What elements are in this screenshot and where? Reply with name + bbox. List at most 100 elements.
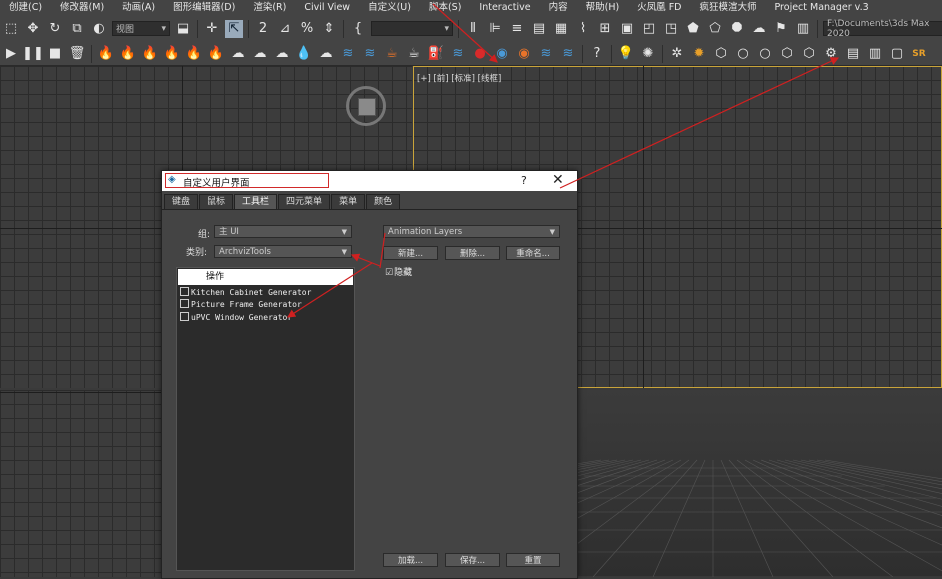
fire-icon[interactable]: 🔥 [141, 45, 159, 63]
tab-1[interactable]: 鼠标 [199, 194, 234, 209]
menu-item-6[interactable]: 自定义(U) [359, 0, 420, 15]
list-item[interactable]: uPVC Window Generator [180, 312, 292, 324]
help-icon[interactable]: ? [588, 45, 606, 63]
render-cloud-icon[interactable]: ☁ [750, 20, 768, 38]
align-icon[interactable]: ⊫ [486, 20, 504, 38]
render-in-cloud-icon[interactable]: ⚑ [772, 20, 790, 38]
keyboard-shortcut-override-icon[interactable]: ⇱ [225, 19, 243, 38]
rename-toolbar-button[interactable]: 重命名... [506, 246, 560, 260]
curve-editor-icon[interactable]: ⌇ [574, 20, 592, 38]
cabinet-icon[interactable]: ▤ [844, 45, 862, 63]
sphere-red-icon[interactable]: ● [471, 45, 489, 63]
fire-icon[interactable]: 🔥 [97, 45, 115, 63]
gear-icon[interactable]: ⚙ [822, 45, 840, 63]
menu-item-8[interactable]: Interactive [470, 0, 539, 15]
schematic-view-icon[interactable]: ⊞ [596, 20, 614, 38]
water-icon[interactable]: ≋ [361, 45, 379, 63]
smoke-icon[interactable]: ☁ [251, 45, 269, 63]
scale-icon[interactable]: ⧉ [68, 20, 86, 38]
angle-snap-icon[interactable]: ⊿ [276, 20, 294, 38]
fire-icon[interactable]: 🔥 [163, 45, 181, 63]
save-button[interactable]: 保存... [445, 553, 500, 567]
menu-item-13[interactable]: Project Manager v.3 [766, 0, 878, 15]
smoke-icon[interactable]: ☁ [229, 45, 247, 63]
render-setup-icon[interactable]: ◰ [640, 20, 658, 38]
rotate-icon[interactable]: ↻ [46, 20, 64, 38]
box-icon[interactable]: ⬡ [712, 45, 730, 63]
reference-coordinate-combo[interactable]: 视图 ▾ [112, 21, 170, 36]
sphere-orange-icon[interactable]: ◉ [515, 45, 533, 63]
pause-icon[interactable]: ❚❚ [22, 45, 44, 63]
water-icon[interactable]: ≋ [339, 45, 357, 63]
named-selection-icon[interactable]: { [349, 20, 367, 38]
new-toolbar-button[interactable]: 新建... [383, 246, 438, 260]
window-icon[interactable]: ▥ [866, 45, 884, 63]
box-icon[interactable]: ⬡ [778, 45, 796, 63]
cup-icon[interactable]: ☕ [405, 45, 423, 63]
menu-item-7[interactable]: 脚本(S) [420, 0, 470, 15]
tab-3[interactable]: 四元菜单 [278, 194, 331, 209]
project-path-combo[interactable]: F:\Documents\3ds Max 2020 [823, 19, 942, 39]
menu-item-9[interactable]: 内容 [540, 0, 577, 15]
pivot-icon[interactable]: ⬓ [174, 20, 192, 38]
menu-item-10[interactable]: 帮助(H) [577, 0, 629, 15]
menu-item-12[interactable]: 疯狂模渲大师 [690, 0, 765, 15]
viewcube-face[interactable] [358, 98, 376, 116]
open-a360-gallery-icon[interactable]: ▥ [794, 20, 812, 38]
rendered-frame-window-icon[interactable]: ◳ [662, 20, 680, 38]
tab-0[interactable]: 键盘 [164, 194, 199, 209]
sun-icon[interactable]: ✺ [639, 45, 657, 63]
fire-icon[interactable]: 🔥 [185, 45, 203, 63]
group-combo[interactable]: 主 UI ▼ [214, 225, 352, 238]
circle-icon[interactable]: ○ [756, 45, 774, 63]
tab-4[interactable]: 菜单 [331, 194, 366, 209]
menu-item-1[interactable]: 修改器(M) [51, 0, 113, 15]
selection-filter-icon[interactable]: ◐ [90, 20, 108, 38]
toolbar-select-combo[interactable]: Animation Layers ▼ [383, 225, 560, 238]
hide-checkbox[interactable]: ☑隐藏 [385, 265, 412, 278]
dialog-title-bar[interactable]: ◈ 自定义用户界面 ? ✕ [162, 171, 577, 191]
mirror-icon[interactable]: ⫴ [464, 20, 482, 38]
frame-icon[interactable]: ▢ [888, 45, 906, 63]
close-button[interactable]: ✕ [552, 172, 564, 188]
scene-explorer-icon[interactable]: ▤ [530, 20, 548, 38]
menu-item-0[interactable]: 创建(C) [0, 0, 51, 15]
ribbon-icon[interactable]: ▦ [552, 20, 570, 38]
render-active-shade-icon[interactable]: ⯃ [728, 20, 746, 38]
tab-2[interactable]: 工具栏 [234, 194, 278, 209]
droplet-icon[interactable]: 💧 [295, 45, 313, 63]
gear-orange-icon[interactable]: ✹ [690, 45, 708, 63]
reset-button[interactable]: 重置 [506, 553, 560, 567]
material-editor-icon[interactable]: ▣ [618, 20, 636, 38]
percent-snap-icon[interactable]: % [298, 20, 316, 38]
render-production-icon[interactable]: ⬟ [684, 20, 702, 38]
list-item[interactable]: Kitchen Cabinet Generator [180, 287, 311, 299]
circle-icon[interactable]: ○ [734, 45, 752, 63]
box-icon[interactable]: ⬡ [800, 45, 818, 63]
layer-explorer-icon[interactable]: ≡ [508, 20, 526, 38]
load-button[interactable]: 加载... [383, 553, 438, 567]
stop-icon[interactable]: ■ [46, 45, 64, 63]
help-button[interactable]: ? [521, 174, 527, 187]
menu-item-4[interactable]: 渲染(R) [244, 0, 295, 15]
bucket-icon[interactable]: ⛽ [427, 45, 445, 63]
snap-toggle-icon[interactable]: 2 [254, 20, 272, 38]
sphere-blue-icon[interactable]: ◉ [493, 45, 511, 63]
cup-icon[interactable]: ☕ [383, 45, 401, 63]
play-icon[interactable]: ▶ [2, 45, 20, 63]
fire-icon[interactable]: 🔥 [207, 45, 225, 63]
tab-5[interactable]: 颜色 [366, 194, 401, 209]
menu-item-5[interactable]: Civil View [295, 0, 359, 15]
fire-icon[interactable]: 🔥 [119, 45, 137, 63]
menu-item-11[interactable]: 火凤凰 FD [628, 0, 690, 15]
action-list[interactable]: 操作 Kitchen Cabinet Generator Picture Fra… [176, 267, 355, 571]
water-icon[interactable]: ≋ [449, 45, 467, 63]
trash-icon[interactable]: 🗑 [68, 45, 86, 63]
smoke-icon[interactable]: ☁ [317, 45, 335, 63]
water-icon[interactable]: ≋ [537, 45, 555, 63]
list-item[interactable]: Picture Frame Generator [180, 299, 302, 311]
water-icon[interactable]: ≋ [559, 45, 577, 63]
move-icon[interactable]: ✥ [24, 20, 42, 38]
light-bulb-icon[interactable]: 💡 [617, 45, 635, 63]
menu-item-2[interactable]: 动画(A) [113, 0, 164, 15]
